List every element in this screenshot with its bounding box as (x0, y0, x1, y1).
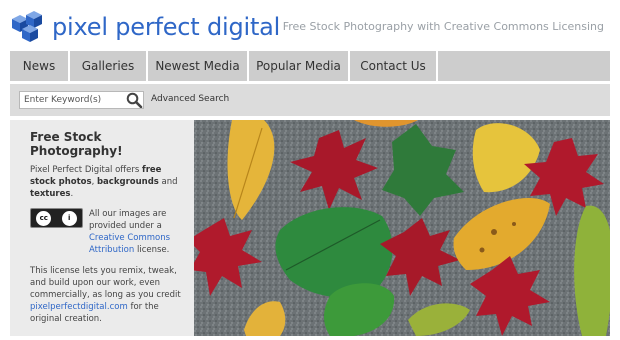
license-pre: This license lets you remix, tweak, and … (30, 266, 181, 300)
intro-bold-backgrounds: backgrounds (96, 177, 159, 187)
search-bar: Advanced Search (10, 84, 610, 116)
license-text: This license lets you remix, tweak, and … (30, 265, 185, 325)
nav-item-news[interactable]: News (10, 51, 70, 81)
autumn-leaves-photo[interactable] (194, 120, 610, 336)
magnifier-icon[interactable] (126, 92, 143, 108)
logo[interactable]: pixel perfect digital (10, 10, 280, 44)
nav-item-contact-us[interactable]: Contact Us (350, 51, 438, 81)
tagline: Free Stock Photography with Creative Com… (282, 20, 604, 33)
sidebar-intro: Pixel Perfect Digital offers free stock … (30, 164, 185, 200)
intro-end: . (70, 189, 74, 199)
nav-filler (438, 51, 610, 81)
nav-item-newest-media[interactable]: Newest Media (148, 51, 249, 81)
intro-bold-textures: textures (30, 189, 71, 199)
creative-commons-badge-icon[interactable]: cc i (30, 208, 83, 228)
site-link[interactable]: pixelperfectdigital.com (30, 302, 128, 312)
advanced-search-link[interactable]: Advanced Search (151, 94, 229, 104)
cc-logo-icon: cc (36, 210, 52, 226)
cc-text-post: license. (134, 245, 170, 255)
sidebar: Free Stock Photography! Pixel Perfect Di… (10, 120, 194, 336)
cc-text: All our images are provided under a Crea… (89, 208, 185, 256)
intro-sep: and (158, 177, 178, 187)
header: pixel perfect digital Free Stock Photogr… (0, 0, 620, 50)
attribution-person-icon: i (61, 210, 77, 226)
blue-cubes-icon (12, 11, 42, 42)
intro-text: Pixel Perfect Digital offers (30, 165, 143, 175)
sidebar-title: Free Stock Photography! (30, 130, 123, 158)
nav-item-popular-media[interactable]: Popular Media (249, 51, 350, 81)
cc-row: cc i All our images are provided under a… (30, 208, 185, 256)
cc-text-pre: All our images are provided under a (89, 209, 167, 231)
nav-item-galleries[interactable]: Galleries (70, 51, 148, 81)
main-nav: News Galleries Newest Media Popular Medi… (10, 51, 610, 81)
leaves-illustration (194, 120, 610, 336)
logo-text: pixel perfect digital (52, 13, 281, 41)
